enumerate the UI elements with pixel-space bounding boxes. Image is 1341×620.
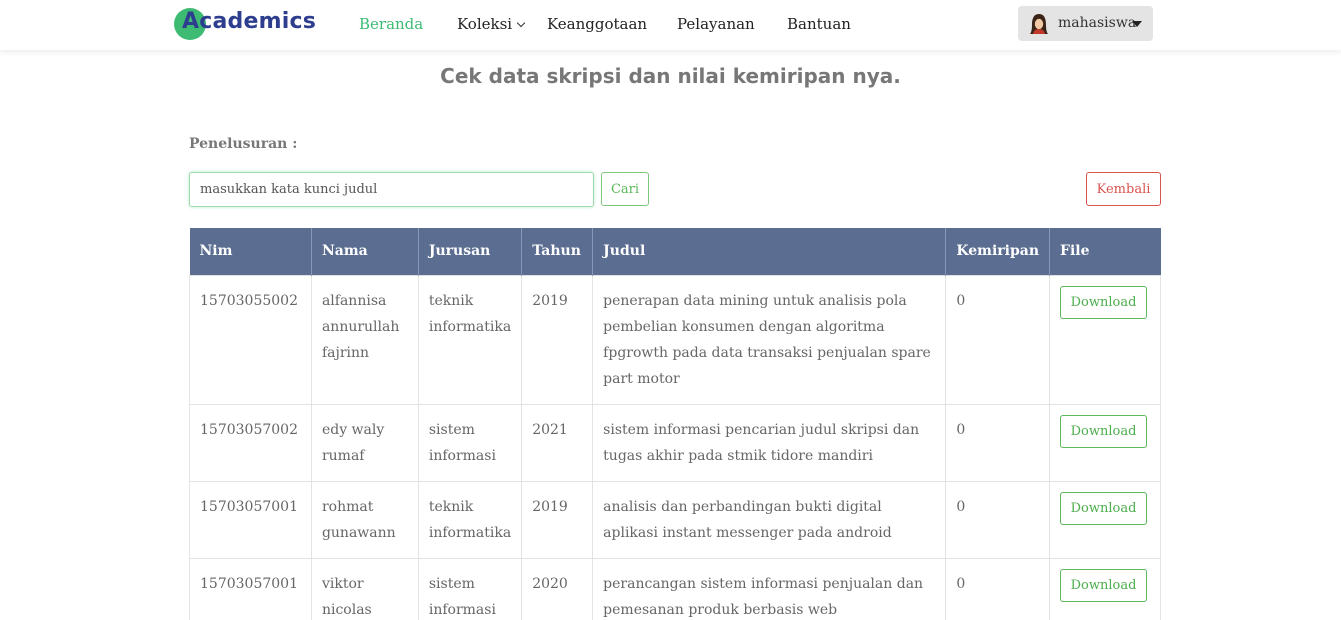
cell-tahun: 2020 — [521, 557, 594, 620]
cell-nama: viktor nicolas — [310, 557, 419, 620]
cell-judul: sistem informasi pencarian judul skripsi… — [592, 403, 947, 482]
cell-nim: 15703057001 — [189, 480, 312, 559]
download-button[interactable]: Download — [1060, 414, 1147, 448]
cell-kemiripan: 0 — [945, 480, 1050, 559]
cell-judul: penerapan data mining untuk analisis pol… — [592, 274, 947, 405]
chevron-down-icon — [516, 18, 526, 28]
table-row: 15703055002 alfannisa annurullah fajrinn… — [189, 274, 1161, 405]
cell-file: Download — [1049, 274, 1161, 405]
nav-bantuan[interactable]: Bantuan — [787, 15, 851, 33]
cell-nim: 15703057002 — [189, 403, 312, 482]
cell-kemiripan: 0 — [945, 557, 1050, 620]
cell-nama: rohmat gunawann — [310, 480, 419, 559]
header-judul: Judul — [592, 228, 947, 275]
search-label: Penelusuran : — [189, 136, 298, 152]
cell-nim: 15703057001 — [189, 557, 312, 620]
cell-judul: analisis dan perbandingan bukti digital … — [592, 480, 947, 559]
download-button[interactable]: Download — [1060, 285, 1147, 319]
avatar-icon — [1030, 14, 1048, 34]
download-button[interactable]: Download — [1060, 491, 1147, 525]
cell-kemiripan: 0 — [945, 274, 1050, 405]
nav-koleksi-label: Koleksi — [457, 15, 513, 33]
cell-judul: perancangan sistem informasi penjualan d… — [592, 557, 947, 620]
search-button[interactable]: Cari — [601, 172, 649, 206]
table-row: 15703057001 rohmat gunawann teknik infor… — [189, 480, 1161, 559]
cell-jurusan: teknik informatika — [417, 480, 523, 559]
cell-tahun: 2021 — [521, 403, 594, 482]
table-header-row: Nim Nama Jurusan Tahun Judul Kemiripan F… — [189, 228, 1161, 275]
table-row: 15703057002 edy waly rumaf sistem inform… — [189, 403, 1161, 482]
user-menu-button[interactable]: mahasiswa — [1018, 6, 1153, 41]
cell-nim: 15703055002 — [189, 274, 312, 405]
user-name: mahasiswa — [1058, 15, 1137, 31]
header-nim: Nim — [189, 228, 312, 275]
cell-jurusan: sistem informasi — [417, 403, 523, 482]
logo-text: Academics — [182, 9, 316, 34]
header-jurusan: Jurusan — [418, 228, 523, 275]
cell-file: Download — [1049, 557, 1161, 620]
header-file: File — [1049, 228, 1161, 275]
cell-jurusan: teknik informatika — [417, 274, 523, 405]
search-input[interactable] — [189, 172, 594, 207]
cell-jurusan: sistem informasi — [417, 557, 523, 620]
nav-pelayanan[interactable]: Pelayanan — [677, 15, 755, 33]
cell-nama: alfannisa annurullah fajrinn — [310, 274, 419, 405]
download-button[interactable]: Download — [1060, 568, 1147, 602]
caret-down-icon — [1132, 21, 1142, 27]
nav-koleksi[interactable]: Koleksi — [457, 15, 526, 33]
header-kemiripan: Kemiripan — [945, 228, 1050, 275]
cell-file: Download — [1049, 480, 1161, 559]
cell-tahun: 2019 — [521, 274, 594, 405]
back-button[interactable]: Kembali — [1086, 172, 1161, 206]
table-row: 15703057001 viktor nicolas sistem inform… — [189, 557, 1161, 620]
page-title: Cek data skripsi dan nilai kemiripan nya… — [440, 64, 901, 88]
cell-kemiripan: 0 — [945, 403, 1050, 482]
top-navbar: Academics Beranda Koleksi Keanggotaan Pe… — [0, 0, 1341, 50]
cell-nama: edy waly rumaf — [310, 403, 419, 482]
cell-tahun: 2019 — [521, 480, 594, 559]
cell-file: Download — [1049, 403, 1161, 482]
thesis-table: Nim Nama Jurusan Tahun Judul Kemiripan F… — [189, 228, 1161, 620]
header-nama: Nama — [311, 228, 419, 275]
nav-keanggotaan[interactable]: Keanggotaan — [547, 15, 647, 33]
nav-beranda[interactable]: Beranda — [359, 15, 423, 33]
header-tahun: Tahun — [521, 228, 594, 275]
